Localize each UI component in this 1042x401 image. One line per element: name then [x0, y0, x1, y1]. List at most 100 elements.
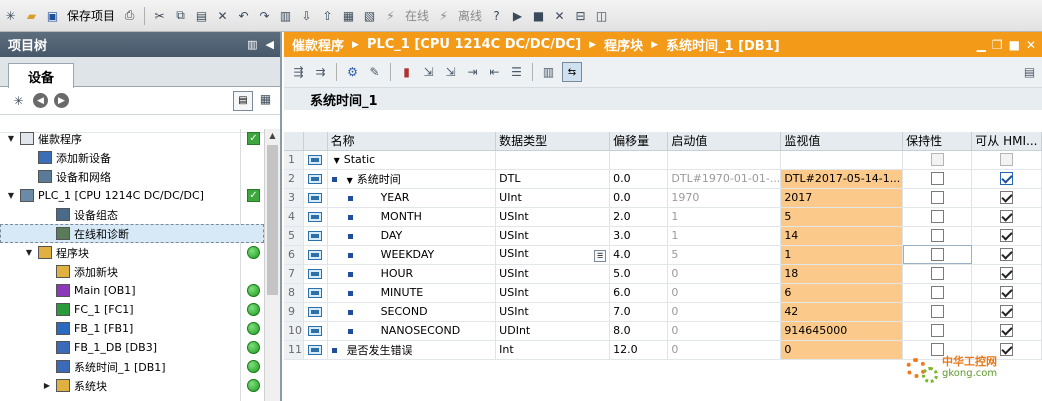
- delete-icon[interactable]: ✕: [214, 7, 231, 24]
- breadcrumb-db[interactable]: 系统时间_1 [DB1]: [666, 35, 780, 54]
- hmi-access-checkbox[interactable]: [1000, 229, 1014, 243]
- hmi-access-cell[interactable]: [971, 169, 1042, 189]
- go-offline-button[interactable]: 离线: [456, 7, 484, 24]
- overview-view-icon[interactable]: ▤: [233, 90, 253, 111]
- name-cell[interactable]: HOUR: [327, 264, 497, 284]
- retain-cell[interactable]: [902, 283, 973, 303]
- name-cell[interactable]: DAY: [327, 226, 497, 246]
- maximize-icon[interactable]: ■: [1009, 38, 1020, 52]
- tree-item[interactable]: ▼ 催款程序 ✓: [0, 129, 264, 148]
- expand-arrow-icon[interactable]: ▼: [24, 248, 34, 257]
- hmi-access-checkbox[interactable]: [1000, 286, 1014, 300]
- scroll-up-icon[interactable]: ▲: [265, 129, 280, 143]
- column-header-datatype[interactable]: 数据类型: [495, 132, 611, 151]
- name-cell[interactable]: 是否发生错误: [327, 340, 497, 360]
- tree-item[interactable]: FC_1 [FC1]: [0, 300, 264, 319]
- hmi-access-cell[interactable]: [971, 283, 1042, 303]
- datatype-cell[interactable]: DTL: [495, 169, 611, 189]
- hmi-access-checkbox[interactable]: [1000, 172, 1014, 186]
- settings-icon[interactable]: ▤: [1024, 64, 1042, 81]
- stop-cpu-icon[interactable]: ■: [530, 7, 547, 24]
- table-row[interactable]: 7 HOUR USInt 5.0 0 18: [284, 264, 1042, 284]
- hmi-access-checkbox[interactable]: [1000, 210, 1014, 224]
- close-icon[interactable]: ✕: [1026, 38, 1036, 52]
- name-cell[interactable]: NANOSECOND: [327, 321, 497, 341]
- tree-item[interactable]: FB_1_DB [DB3]: [0, 338, 264, 357]
- start-value-cell[interactable]: 0: [667, 340, 782, 360]
- hmi-access-cell[interactable]: [971, 245, 1042, 265]
- start-cpu-icon[interactable]: ▶: [509, 7, 526, 24]
- datatype-cell[interactable]: [495, 150, 611, 170]
- tree-item[interactable]: FB_1 [FB1]: [0, 319, 264, 338]
- table-row[interactable]: 3 YEAR UInt 0.0 1970 2017: [284, 188, 1042, 208]
- retain-cell[interactable]: [902, 245, 973, 265]
- accessible-devices-icon[interactable]: ?: [488, 7, 505, 24]
- column-header-name[interactable]: 名称: [327, 132, 497, 151]
- column-header-retain[interactable]: 保持性: [902, 132, 973, 151]
- retain-cell[interactable]: [902, 226, 973, 246]
- expand-all-icon[interactable]: ⇥: [464, 64, 481, 81]
- retain-cell[interactable]: [902, 321, 973, 341]
- tree-scrollbar[interactable]: ▲: [264, 129, 280, 401]
- retain-cell[interactable]: [902, 188, 973, 208]
- forward-icon[interactable]: ▶: [54, 93, 69, 108]
- hmi-access-checkbox[interactable]: [1000, 267, 1014, 281]
- copy-snapshot-icon[interactable]: ▮: [398, 64, 415, 81]
- hmi-access-cell[interactable]: [971, 226, 1042, 246]
- retain-cell[interactable]: [902, 264, 973, 284]
- retain-checkbox[interactable]: [930, 191, 944, 205]
- go-online-button[interactable]: 在线: [403, 7, 431, 24]
- monitor-snapshot-icon[interactable]: ▥: [540, 64, 557, 81]
- reset-start-values-icon[interactable]: ⚙: [344, 64, 361, 81]
- expand-arrow-icon[interactable]: ▼: [6, 191, 16, 200]
- retain-checkbox[interactable]: [930, 229, 944, 243]
- snapshot-icon[interactable]: ✎: [366, 64, 383, 81]
- minimize-icon[interactable]: ▁: [977, 38, 986, 52]
- save-icon[interactable]: ▣: [44, 7, 61, 24]
- tree-item[interactable]: 添加新设备: [0, 148, 264, 167]
- datatype-picker-icon[interactable]: ☰: [594, 250, 607, 262]
- retain-cell[interactable]: [902, 207, 973, 227]
- table-row[interactable]: 4 MONTH USInt 2.0 1 5: [284, 207, 1042, 227]
- compile-icon[interactable]: ▥: [277, 7, 294, 24]
- retain-cell[interactable]: [902, 150, 973, 170]
- datatype-cell[interactable]: Int: [495, 340, 611, 360]
- detail-view-icon[interactable]: ▦: [257, 91, 274, 108]
- retain-checkbox[interactable]: [930, 248, 944, 262]
- redo-icon[interactable]: ↷: [256, 7, 273, 24]
- tree-item[interactable]: 添加新块: [0, 262, 264, 281]
- retain-checkbox[interactable]: [930, 305, 944, 319]
- go-online-icon[interactable]: ⚡: [382, 7, 399, 24]
- collapse-all-icon[interactable]: ⇤: [486, 64, 503, 81]
- hmi-access-cell[interactable]: [971, 188, 1042, 208]
- datatype-cell[interactable]: USInt: [495, 283, 611, 303]
- expand-arrow-icon[interactable]: ▼: [6, 134, 16, 143]
- new-project-icon[interactable]: ✳: [2, 7, 19, 24]
- hmi-access-cell[interactable]: [971, 264, 1042, 284]
- start-value-cell[interactable]: DTL#1970-01-01-...: [667, 169, 782, 189]
- breadcrumb-project[interactable]: 催款程序: [292, 35, 344, 54]
- table-row[interactable]: 2 ▼ 系统时间 DTL 0.0 DTL#1970-01-01-... DTL#2017-0…: [284, 169, 1042, 189]
- breadcrumb-program-blocks[interactable]: 程序块: [604, 35, 643, 54]
- datatype-cell[interactable]: USInt: [495, 302, 611, 322]
- table-row[interactable]: 6 WEEKDAY USInt ☰ 4.0 5 1: [284, 245, 1042, 265]
- retain-checkbox[interactable]: [930, 267, 944, 281]
- retain-checkbox[interactable]: [930, 324, 944, 338]
- tab-devices[interactable]: 设备: [8, 63, 74, 88]
- breadcrumb-plc[interactable]: PLC_1 [CPU 1214C DC/DC/DC]: [367, 37, 581, 52]
- retain-cell[interactable]: [902, 169, 973, 189]
- column-header-offset[interactable]: 偏移量: [609, 132, 669, 151]
- table-row[interactable]: 8 MINUTE USInt 6.0 0 6: [284, 283, 1042, 303]
- name-cell[interactable]: WEEKDAY: [327, 245, 497, 265]
- upload-icon[interactable]: ⇧: [319, 7, 336, 24]
- collapse-panel-icon[interactable]: ◀: [266, 38, 274, 51]
- open-project-icon[interactable]: ▰: [23, 7, 40, 24]
- go-offline-icon[interactable]: ⚡: [435, 7, 452, 24]
- save-project-button[interactable]: 保存项目: [65, 7, 117, 24]
- start-value-cell[interactable]: 1: [667, 226, 782, 246]
- datatype-cell[interactable]: UDInt: [495, 321, 611, 341]
- undo-icon[interactable]: ↶: [235, 7, 252, 24]
- start-value-cell[interactable]: 0: [667, 321, 782, 341]
- column-header-hmi-access[interactable]: 可从 HMI...: [971, 132, 1042, 151]
- retain-cell[interactable]: [902, 302, 973, 322]
